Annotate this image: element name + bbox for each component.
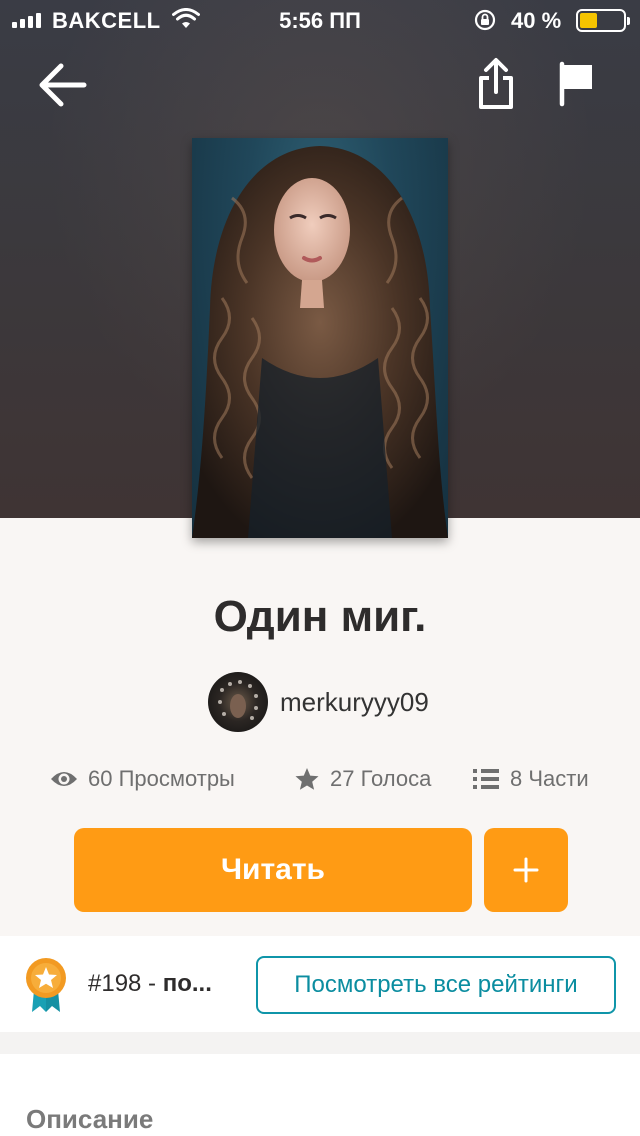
rank-number: #198 [88, 970, 142, 997]
author-link[interactable]: merkuryyy09 [208, 672, 429, 732]
author-name[interactable]: merkuryyy09 [280, 687, 429, 718]
ranking-label: #198 - по... [88, 970, 238, 998]
parts-count: 8 Части [510, 766, 589, 791]
views-stat: 60 Просмотры [50, 766, 235, 792]
description-section: Описание [0, 1054, 640, 1136]
rank-separator: - [141, 970, 163, 997]
back-arrow-icon[interactable] [36, 60, 90, 110]
story-title: Один миг. [213, 592, 427, 641]
author-avatar[interactable] [208, 672, 268, 732]
battery-level [580, 13, 597, 28]
add-to-library-button[interactable] [484, 828, 568, 912]
ranking-row: #198 - по... Посмотреть все рейтинги [0, 936, 640, 1032]
plus-icon [513, 857, 539, 883]
view-all-rankings-button[interactable]: Посмотреть все рейтинги [256, 956, 616, 1014]
list-icon [473, 769, 499, 789]
star-icon [295, 768, 319, 790]
views-count: 60 Просмотры [88, 766, 235, 791]
votes-count: 27 Голоса [330, 766, 432, 791]
parts-stat: 8 Части [472, 766, 589, 792]
share-icon[interactable] [474, 56, 518, 112]
orientation-lock-icon [474, 9, 496, 31]
votes-stat: 27 Голоса [294, 766, 431, 792]
battery-percent: 40 % [511, 8, 562, 33]
rank-category: по... [162, 970, 212, 997]
cover-illustration [192, 146, 448, 538]
flag-icon[interactable] [556, 60, 596, 108]
story-cover-image[interactable] [192, 138, 448, 538]
read-button[interactable]: Читать [74, 828, 472, 912]
description-heading: Описание [26, 1104, 154, 1134]
story-stats: 60 Просмотры 27 Голоса 8 Части [0, 760, 640, 800]
ranking-medal-icon [26, 958, 66, 1012]
battery-icon [576, 9, 630, 32]
status-bar: BAKCELL 5:56 ПП 40 % [0, 0, 640, 40]
section-divider [0, 1032, 640, 1054]
eye-icon [51, 772, 77, 786]
